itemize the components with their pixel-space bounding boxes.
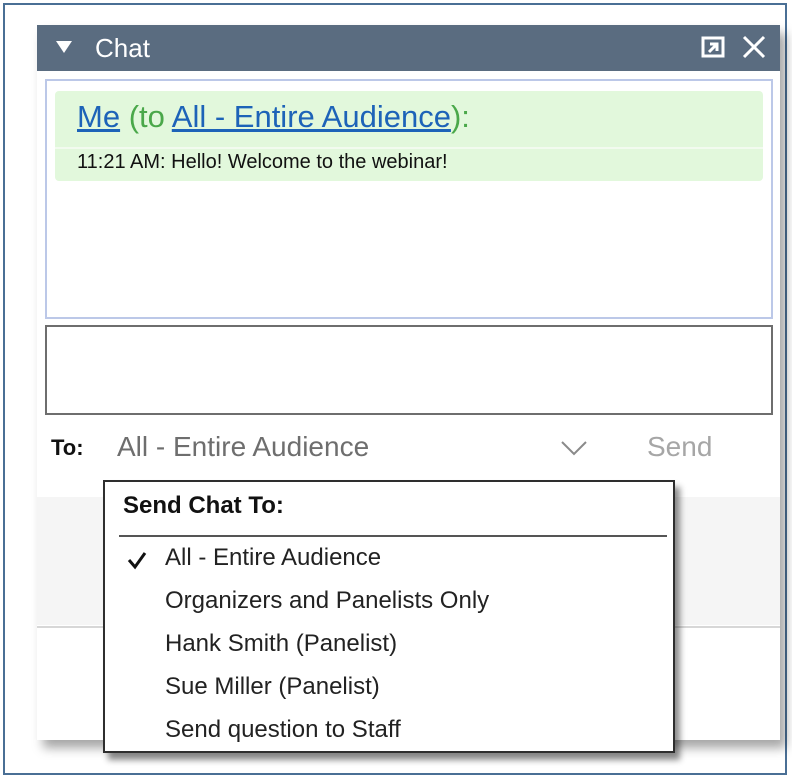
screenshot-frame: Chat Me (to All - Entire Audience): 11:2… [3,3,787,775]
chat-input[interactable] [45,325,773,415]
dropdown-item-sue-miller[interactable]: Sue Miller (Panelist) [165,673,380,701]
collapse-arrow-icon[interactable] [55,38,73,56]
chat-message: Me (to All - Entire Audience): 11:21 AM:… [55,91,763,181]
chat-titlebar: Chat [37,25,780,71]
dropdown-header: Send Chat To: [123,492,284,519]
to-suffix: ): [450,99,470,134]
chevron-down-icon[interactable] [559,439,589,457]
to-prefix: (to [120,99,172,134]
recipient-select[interactable]: All - Entire Audience [117,431,369,463]
to-label: To: [51,435,84,460]
message-divider [55,147,763,149]
dropdown-rule [119,535,667,537]
send-chat-to-dropdown: Send Chat To: All - Entire Audience Orga… [103,480,675,753]
chat-title: Chat [95,33,150,63]
close-icon[interactable] [741,34,767,60]
dropdown-item-organizers-panelists[interactable]: Organizers and Panelists Only [165,587,489,615]
sender-link[interactable]: Me [77,99,120,134]
popout-icon[interactable] [701,35,727,59]
message-header: Me (to All - Entire Audience): [77,99,470,135]
checkmark-icon [127,552,147,570]
chat-message-area[interactable]: Me (to All - Entire Audience): 11:21 AM:… [45,79,773,319]
dropdown-item-all-entire-audience[interactable]: All - Entire Audience [165,544,381,572]
recipient-link[interactable]: All - Entire Audience [172,99,451,134]
message-text: 11:21 AM: Hello! Welcome to the webinar! [77,151,448,173]
dropdown-item-hank-smith[interactable]: Hank Smith (Panelist) [165,630,397,658]
send-button[interactable]: Send [647,431,712,463]
dropdown-item-send-question-to-staff[interactable]: Send question to Staff [165,716,401,744]
